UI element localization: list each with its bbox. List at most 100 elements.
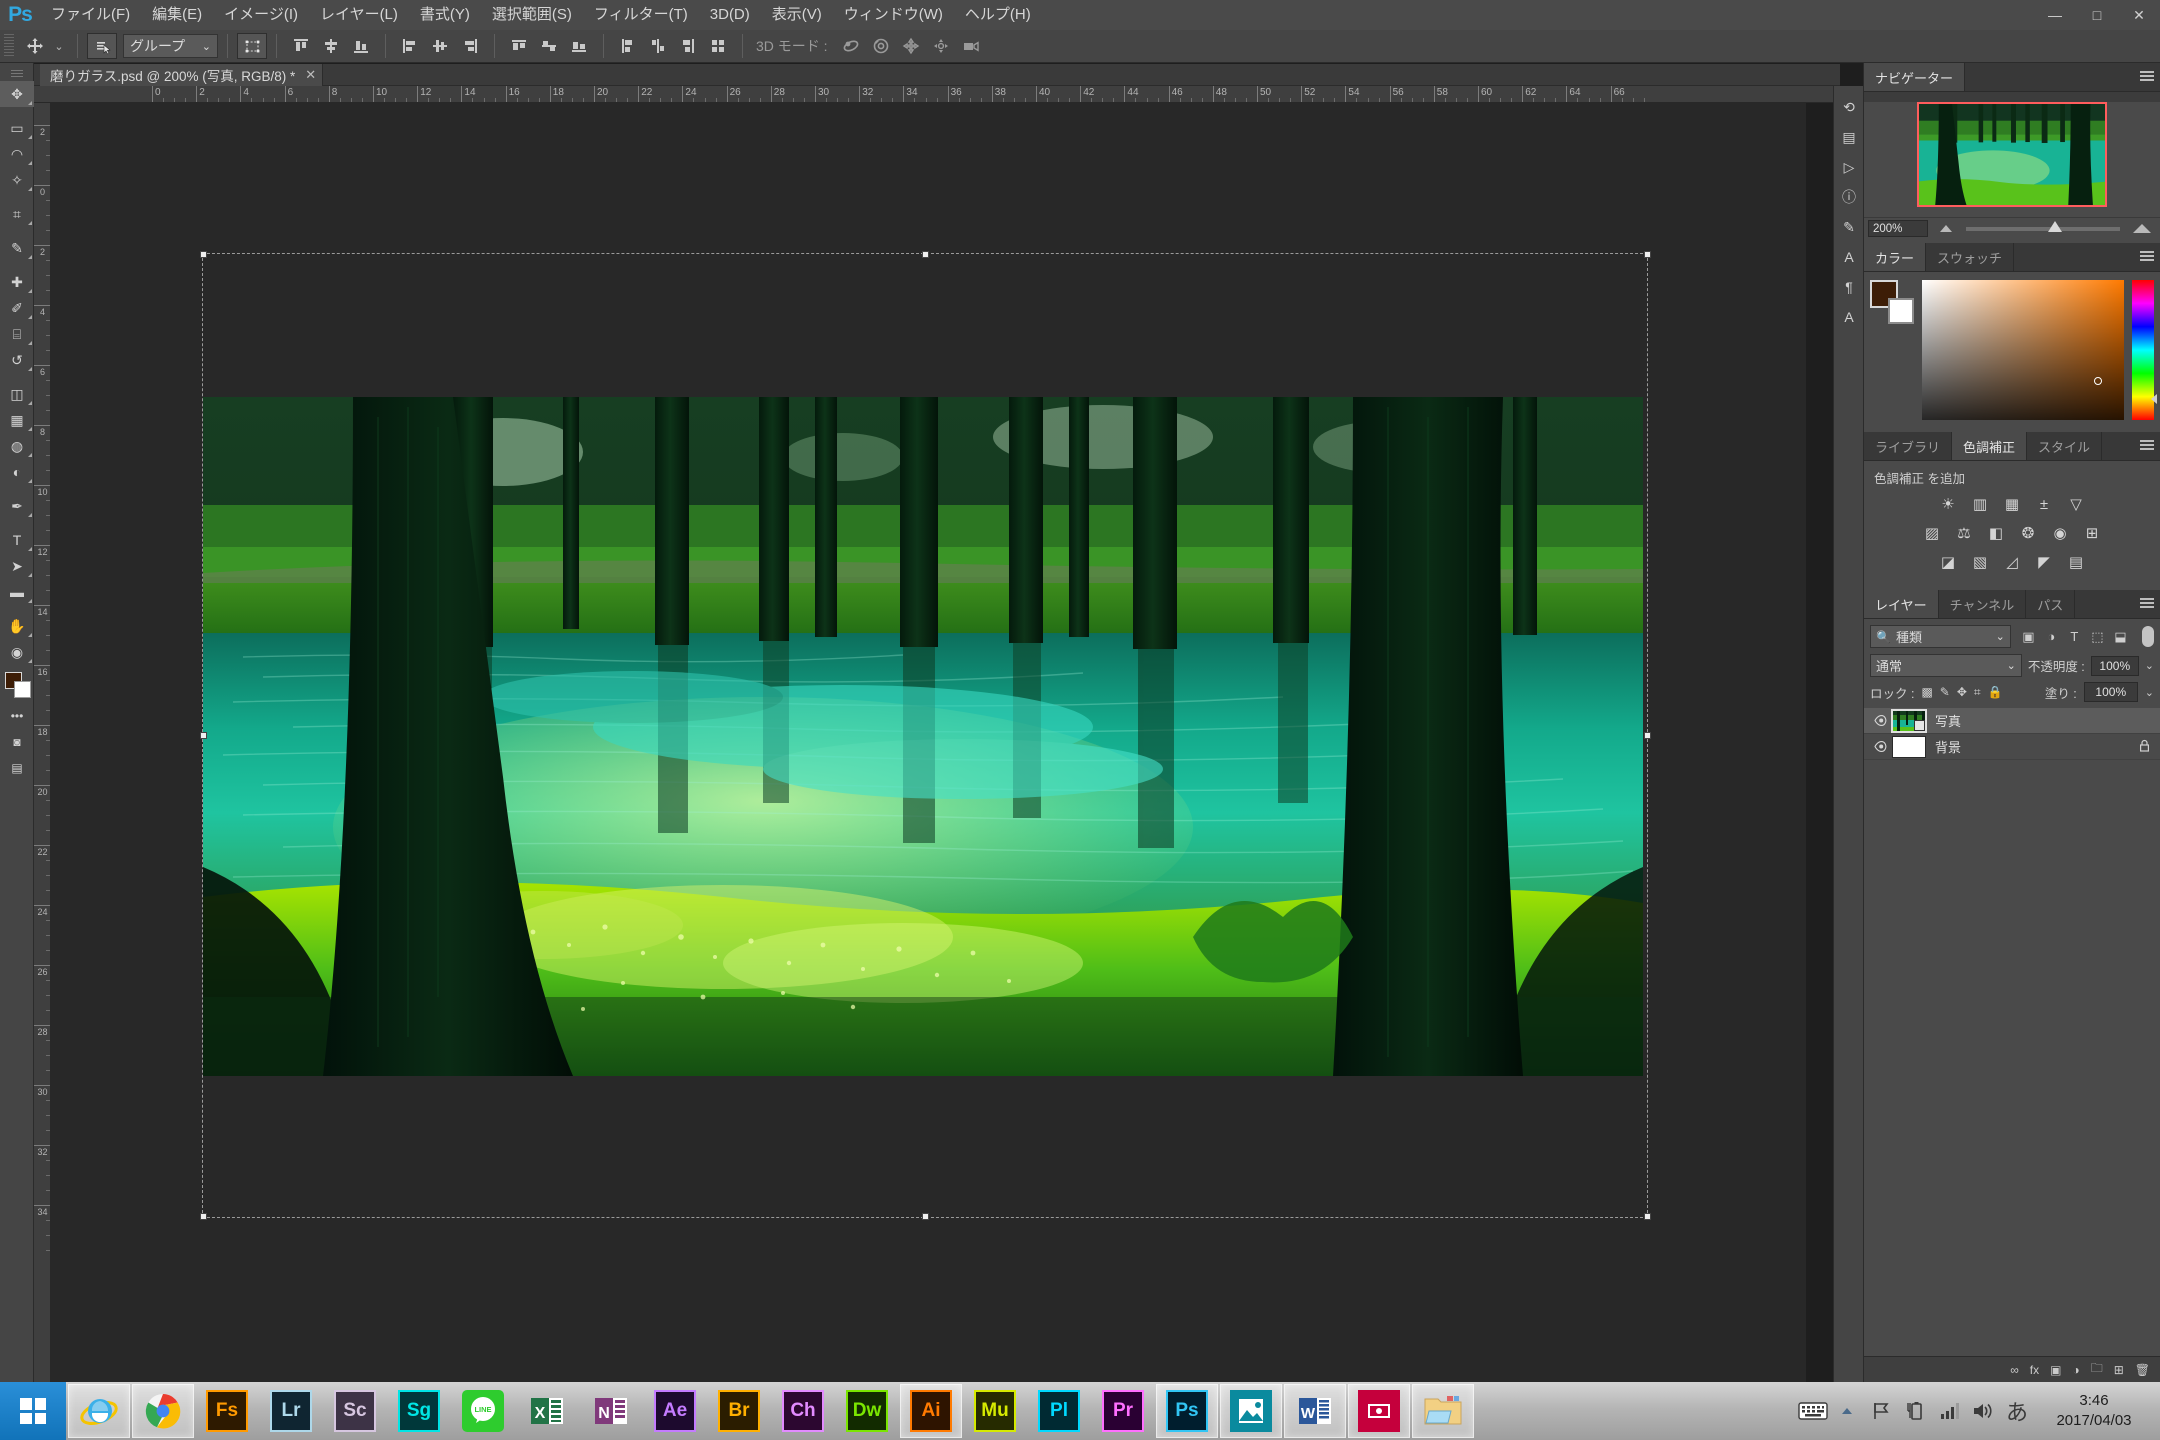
new-group-icon[interactable]: 🗀 bbox=[2091, 1359, 2103, 1380]
dodge-tool[interactable]: ◐ bbox=[0, 459, 34, 485]
menu-item-3[interactable]: レイヤー(L) bbox=[309, 0, 409, 30]
color-swatch-pair[interactable] bbox=[1870, 280, 1914, 324]
opacity-chevron-icon[interactable]: ⌄ bbox=[2145, 659, 2154, 672]
taskbar-item-google-chrome[interactable] bbox=[132, 1384, 194, 1438]
toolbox-grip[interactable] bbox=[0, 67, 34, 81]
tab-channels[interactable]: チャンネル bbox=[1938, 590, 2027, 618]
tab-swatches[interactable]: スウォッチ bbox=[1926, 243, 2015, 271]
exposure-icon[interactable]: ± bbox=[2032, 493, 2057, 515]
hue-saturation-icon[interactable]: ▨ bbox=[1920, 522, 1945, 544]
transform-handle[interactable] bbox=[1644, 251, 1651, 258]
distribute-left-edges-icon[interactable] bbox=[615, 34, 641, 58]
taskbar-item-adobe-bridge[interactable]: Br bbox=[708, 1384, 770, 1438]
spot-healing-brush-tool[interactable]: ✚ bbox=[0, 269, 34, 295]
align-horizontal-centers-icon[interactable] bbox=[427, 34, 453, 58]
fill-chevron-icon[interactable]: ⌄ bbox=[2145, 686, 2154, 699]
menu-item-1[interactable]: 編集(E) bbox=[141, 0, 213, 30]
slide-3d-icon[interactable] bbox=[928, 34, 954, 58]
volume-icon[interactable] bbox=[1966, 1382, 2000, 1440]
brush-tool[interactable]: ✐ bbox=[0, 295, 34, 321]
tool-preset-chevron-icon[interactable]: ⌄ bbox=[50, 33, 68, 59]
filter-enable-toggle-icon[interactable] bbox=[2141, 626, 2154, 647]
delete-layer-icon[interactable]: 🗑 bbox=[2135, 1363, 2150, 1377]
navigator-thumbnail[interactable] bbox=[1917, 102, 2107, 207]
link-layers-icon[interactable]: ∞ bbox=[2010, 1363, 2019, 1377]
invert-icon[interactable]: ◪ bbox=[1936, 551, 1961, 573]
ime-indicator-icon[interactable]: あ bbox=[2000, 1382, 2034, 1440]
windows-start-icon[interactable] bbox=[0, 1382, 66, 1440]
transform-handle[interactable] bbox=[200, 1213, 207, 1220]
taskbar-item-adobe-lightroom[interactable]: Lr bbox=[260, 1384, 322, 1438]
pan-3d-icon[interactable] bbox=[898, 34, 924, 58]
channel-mixer-icon[interactable]: ◉ bbox=[2048, 522, 2073, 544]
align-bottom-edges-icon[interactable] bbox=[348, 34, 374, 58]
align-right-edges-icon[interactable] bbox=[457, 34, 483, 58]
transform-handle[interactable] bbox=[200, 251, 207, 258]
quick-mask-mode-icon[interactable]: ◙ bbox=[0, 729, 34, 755]
color-lookup-icon[interactable]: ⊞ bbox=[2080, 522, 2105, 544]
action-center-flag-icon[interactable] bbox=[1864, 1382, 1898, 1440]
path-selection-tool[interactable]: ➤ bbox=[0, 553, 34, 579]
tab-styles[interactable]: スタイル bbox=[2027, 432, 2103, 460]
history-brush-tool[interactable]: ↺ bbox=[0, 347, 34, 373]
menu-item-8[interactable]: 表示(V) bbox=[761, 0, 833, 30]
gradient-tool[interactable]: ▦ bbox=[0, 407, 34, 433]
taskbar-item-adobe-illustrator[interactable]: Ai bbox=[900, 1384, 962, 1438]
filter-type-layers-icon[interactable]: T bbox=[2063, 626, 2086, 648]
lock-all-icon[interactable]: 🔒 bbox=[1988, 685, 2003, 700]
layer-visibility-eye-icon[interactable] bbox=[1870, 715, 1892, 726]
filter-pixel-layers-icon[interactable]: ▣ bbox=[2017, 626, 2040, 648]
distribute-horizontal-centers-icon[interactable] bbox=[645, 34, 671, 58]
new-layer-icon[interactable]: ⊞ bbox=[2114, 1363, 2124, 1377]
panel-menu-icon[interactable] bbox=[2140, 71, 2154, 83]
background-color-swatch[interactable] bbox=[14, 681, 31, 698]
transform-handle[interactable] bbox=[1644, 732, 1651, 739]
menu-item-6[interactable]: フィルター(T) bbox=[583, 0, 699, 30]
opacity-value[interactable]: 100% bbox=[2090, 655, 2139, 676]
maximize-button[interactable]: □ bbox=[2076, 0, 2118, 30]
taskbar-clock[interactable]: 3:46 2017/04/03 bbox=[2034, 1391, 2154, 1431]
taskbar-item-internet-explorer[interactable] bbox=[68, 1384, 130, 1438]
background-color-swatch[interactable] bbox=[1888, 298, 1914, 324]
clone-stamp-tool[interactable]: ⌸ bbox=[0, 321, 34, 347]
panel-menu-icon[interactable] bbox=[2140, 440, 2154, 452]
taskbar-item-adobe-muse[interactable]: Mu bbox=[964, 1384, 1026, 1438]
close-button[interactable]: ✕ bbox=[2118, 0, 2160, 30]
zoom-3d-camera-icon[interactable] bbox=[958, 34, 984, 58]
tab-layers[interactable]: レイヤー bbox=[1864, 590, 1939, 618]
transform-handle[interactable] bbox=[922, 251, 929, 258]
taskbar-item-adobe-after-effects[interactable]: Ae bbox=[644, 1384, 706, 1438]
taskbar-item-adobe-scoutgl[interactable]: Sg bbox=[388, 1384, 450, 1438]
lock-transparent-pixels-icon[interactable]: ▩ bbox=[1921, 685, 1932, 700]
threshold-icon[interactable]: ◿ bbox=[2000, 551, 2025, 573]
taskbar-item-adobe-dreamweaver[interactable]: Dw bbox=[836, 1384, 898, 1438]
history-panel-icon[interactable]: ⟲ bbox=[1834, 92, 1864, 122]
color-picker-cursor[interactable] bbox=[2094, 377, 2102, 385]
layer-row[interactable]: 写真 bbox=[1864, 708, 2160, 734]
document-tab[interactable]: 磨りガラス.psd @ 200% (写真, RGB/8) * ✕ bbox=[40, 64, 324, 86]
lock-artboard-nesting-icon[interactable]: ⌗ bbox=[1974, 685, 1981, 700]
transform-handle[interactable] bbox=[200, 732, 207, 739]
layer-thumbnail[interactable] bbox=[1891, 708, 1927, 733]
eraser-tool[interactable]: ◫ bbox=[0, 381, 34, 407]
tab-navigator[interactable]: ナビゲーター bbox=[1864, 63, 1966, 91]
zoom-tool[interactable]: ◉ bbox=[0, 639, 34, 665]
navigator-zoom-knob[interactable] bbox=[2047, 220, 2062, 232]
auto-align-layers-icon[interactable] bbox=[705, 34, 731, 58]
layer-thumbnail[interactable] bbox=[1892, 735, 1926, 758]
menu-item-9[interactable]: ウィンドウ(W) bbox=[833, 0, 954, 30]
roll-3d-icon[interactable] bbox=[868, 34, 894, 58]
properties-panel-icon[interactable]: ▤ bbox=[1834, 122, 1864, 152]
curves-icon[interactable]: ▦ bbox=[2000, 493, 2025, 515]
minimize-button[interactable]: — bbox=[2034, 0, 2076, 30]
blend-mode-dropdown[interactable]: 通常 ⌄ bbox=[1870, 654, 2022, 677]
rectangle-tool[interactable]: ▬ bbox=[0, 579, 34, 605]
menu-item-4[interactable]: 書式(Y) bbox=[409, 0, 481, 30]
fill-value[interactable]: 100% bbox=[2083, 682, 2138, 702]
layer-row[interactable]: 背景 bbox=[1864, 734, 2160, 760]
photo-filter-icon[interactable]: ❂ bbox=[2016, 522, 2041, 544]
layer-style-icon[interactable]: fx bbox=[2030, 1363, 2039, 1377]
tab-color[interactable]: カラー bbox=[1864, 243, 1927, 271]
selective-color-icon[interactable]: ▤ bbox=[2064, 551, 2089, 573]
panel-menu-icon[interactable] bbox=[2140, 251, 2154, 263]
